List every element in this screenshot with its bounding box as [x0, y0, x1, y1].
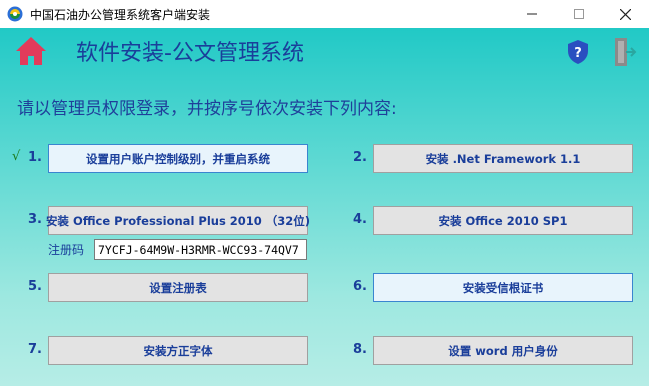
maximize-button[interactable]: [556, 0, 602, 28]
step-1-done-check: √: [12, 149, 21, 164]
main-panel: 软件安装-公文管理系统 ? 请以管理员权限登录，并按序号依次安装下列内容: √ …: [0, 28, 649, 386]
page-title: 软件安装-公文管理系统: [76, 41, 304, 66]
title-bar: 中国石油办公管理系统客户端安装: [0, 0, 649, 28]
step-3-button[interactable]: 安装 Office Professional Plus 2010 （32位): [46, 206, 310, 235]
step-8-number: 8.: [353, 342, 367, 357]
step-4-number: 4.: [353, 212, 367, 227]
registration-label: 注册码: [48, 243, 85, 257]
svg-text:?: ?: [574, 46, 582, 61]
minimize-button[interactable]: [509, 0, 555, 28]
step-6-button[interactable]: 安装受信根证书: [373, 273, 633, 302]
installer-window: 中国石油办公管理系统客户端安装 软件安装-公文管理系统 ? 请以管理员权限登录，…: [0, 0, 649, 386]
step-8-button[interactable]: 设置 word 用户身份: [373, 336, 633, 365]
close-icon: [619, 8, 631, 20]
step-2-button[interactable]: 安装 .Net Framework 1.1: [373, 144, 633, 173]
exit-door-icon[interactable]: [611, 36, 637, 68]
step-7-button[interactable]: 安装方正字体: [48, 336, 308, 365]
help-shield-icon[interactable]: ?: [566, 39, 590, 65]
step-6-number: 6.: [353, 279, 367, 294]
registration-code-input[interactable]: [94, 239, 307, 260]
step-1-number: 1.: [28, 150, 42, 165]
window-title: 中国石油办公管理系统客户端安装: [30, 8, 211, 22]
instruction-text: 请以管理员权限登录，并按序号依次安装下列内容:: [17, 99, 397, 119]
close-button[interactable]: [602, 0, 648, 28]
step-3-number: 3.: [28, 212, 42, 227]
step-4-button[interactable]: 安装 Office 2010 SP1: [373, 206, 633, 235]
minimize-icon: [527, 13, 537, 15]
home-icon[interactable]: [14, 35, 48, 67]
step-2-number: 2.: [353, 150, 367, 165]
step-5-number: 5.: [28, 279, 42, 294]
step-5-button[interactable]: 设置注册表: [48, 273, 308, 302]
step-7-number: 7.: [28, 342, 42, 357]
app-logo-icon: [7, 6, 23, 22]
maximize-icon: [574, 9, 584, 19]
step-1-button[interactable]: 设置用户账户控制级别，并重启系统: [48, 144, 308, 173]
